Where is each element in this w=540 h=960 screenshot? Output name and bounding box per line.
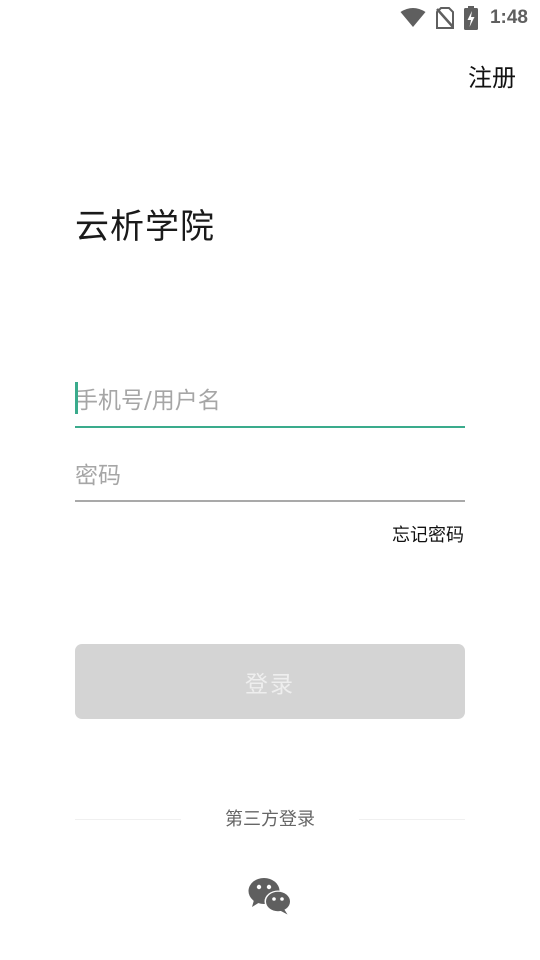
username-field[interactable] bbox=[75, 376, 465, 428]
forgot-password-link[interactable]: 忘记密码 bbox=[392, 524, 464, 548]
battery-charging-icon bbox=[463, 6, 478, 30]
login-button-label: 登录 bbox=[245, 671, 295, 698]
login-screen: 1:48 注册 云析学院 忘记密码 登录 第三方登录 bbox=[0, 0, 540, 960]
login-button[interactable]: 登录 bbox=[75, 644, 465, 719]
text-cursor bbox=[75, 382, 78, 414]
divider-left bbox=[75, 819, 181, 820]
divider-right bbox=[359, 819, 465, 820]
password-field[interactable] bbox=[75, 452, 465, 502]
status-icons: 1:48 bbox=[400, 6, 528, 30]
status-bar: 1:48 bbox=[0, 0, 540, 36]
wechat-icon[interactable] bbox=[248, 877, 292, 915]
third-party-login-label: 第三方登录 bbox=[225, 809, 315, 830]
status-time: 1:48 bbox=[489, 7, 528, 28]
wifi-icon bbox=[400, 8, 426, 27]
no-sim-icon bbox=[435, 7, 454, 29]
username-input[interactable] bbox=[75, 376, 465, 426]
register-button[interactable]: 注册 bbox=[468, 61, 516, 95]
password-input[interactable] bbox=[75, 452, 465, 500]
app-title: 云析学院 bbox=[75, 207, 215, 247]
